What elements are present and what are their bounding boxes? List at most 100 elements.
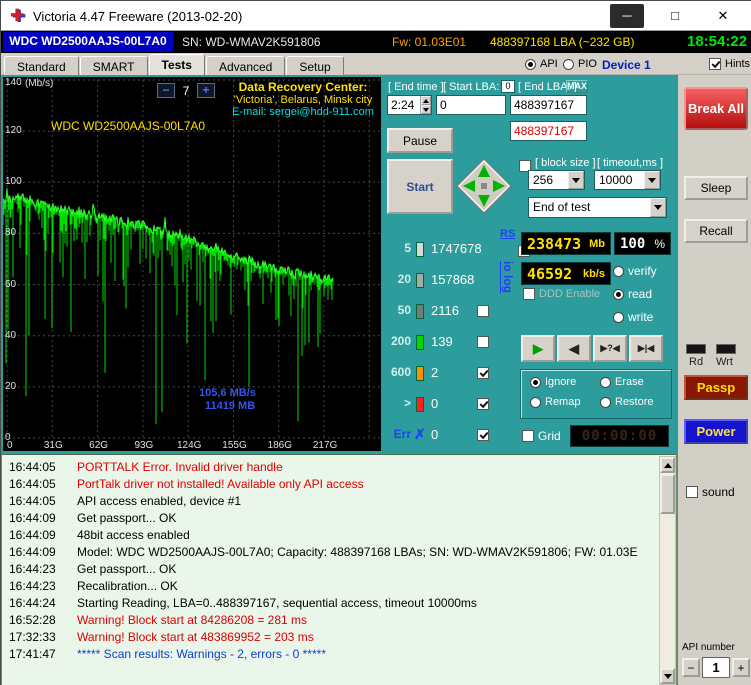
log-scrollbar[interactable] bbox=[659, 456, 676, 685]
api-number-label: API number bbox=[682, 642, 735, 653]
speed-value: 46592 bbox=[527, 264, 573, 283]
hints-label: Hints bbox=[725, 58, 751, 70]
spin-up-icon[interactable] bbox=[421, 96, 431, 105]
action-radio-erase[interactable]: Erase bbox=[600, 376, 644, 388]
zoom-out-button[interactable]: − bbox=[157, 83, 175, 98]
action-radio-restore[interactable]: Restore bbox=[600, 396, 654, 408]
sleep-button[interactable]: Sleep bbox=[684, 176, 748, 200]
api-number-field[interactable]: 1 bbox=[702, 657, 730, 678]
stat-checkbox[interactable] bbox=[477, 305, 489, 317]
y-axis-label: 100 bbox=[5, 176, 22, 188]
stat-checkbox[interactable] bbox=[477, 429, 489, 441]
api-radio[interactable]: API bbox=[525, 58, 558, 70]
tab-smart[interactable]: SMART bbox=[79, 56, 148, 75]
scroll-down-button[interactable] bbox=[660, 668, 675, 684]
action-radio-remap[interactable]: Remap bbox=[530, 396, 580, 408]
log-message: PortTalk driver not installed! Available… bbox=[77, 477, 364, 491]
log-message: Recalibration... OK bbox=[77, 579, 178, 593]
tab-advanced[interactable]: Advanced bbox=[205, 56, 286, 75]
log-message: 48bit access enabled bbox=[77, 528, 190, 542]
break-all-button[interactable]: Break All bbox=[684, 87, 748, 130]
titlebar[interactable]: ✚ Victoria 4.47 Freeware (2013-02-20) ─ … bbox=[1, 1, 751, 31]
passport-button[interactable]: Passp bbox=[684, 375, 748, 400]
rs-link[interactable]: RS bbox=[500, 228, 515, 240]
mode-radio-read[interactable]: read bbox=[613, 287, 652, 301]
sound-checkbox[interactable]: sound bbox=[686, 485, 735, 499]
arrow-up-icon bbox=[663, 462, 672, 468]
y-axis-unit-label: (Mb/s) bbox=[25, 78, 54, 89]
speed-lcd: 46592 kb/s bbox=[521, 262, 611, 285]
random-seek-button[interactable]: ▶?◀ bbox=[593, 335, 627, 362]
end-lba-field[interactable]: 488397167 bbox=[510, 95, 587, 115]
end-action-combo[interactable]: End of test bbox=[528, 197, 667, 218]
mode-radio-write[interactable]: write bbox=[613, 310, 653, 324]
log-line: 16:44:05 PORTTALK Error. Invalid driver h… bbox=[9, 459, 655, 476]
dropdown-arrow-icon[interactable] bbox=[650, 198, 666, 217]
tab-tests[interactable]: Tests bbox=[148, 54, 205, 75]
action-radio-ignore[interactable]: Ignore bbox=[530, 376, 576, 388]
block-size-combo[interactable]: 256 bbox=[528, 170, 585, 190]
end-time-field[interactable]: 2:24 bbox=[387, 95, 432, 115]
grid-label: Grid bbox=[538, 429, 561, 443]
grid-checkbox[interactable]: Grid bbox=[522, 429, 561, 443]
position-annotation: 11419 MB bbox=[205, 400, 256, 412]
minimize-button[interactable]: ─ bbox=[610, 4, 644, 28]
log-time: 17:41:47 bbox=[9, 647, 56, 661]
play-backward-button[interactable]: ◀ bbox=[557, 335, 591, 362]
end-time-value: 2:24 bbox=[391, 98, 415, 112]
recall-button[interactable]: Recall bbox=[684, 219, 748, 243]
stat-checkbox[interactable] bbox=[477, 336, 489, 348]
action-radio-label: Erase bbox=[615, 376, 644, 388]
close-button[interactable]: ✕ bbox=[706, 4, 740, 28]
power-button[interactable]: Power bbox=[684, 419, 748, 444]
direction-pad[interactable] bbox=[455, 157, 513, 215]
dropdown-arrow-icon[interactable] bbox=[568, 171, 584, 189]
y-axis-label: 40 bbox=[5, 329, 17, 341]
percent-lcd: 100 % bbox=[614, 232, 671, 255]
mode-radio-verify[interactable]: verify bbox=[613, 264, 657, 278]
butterfly-seek-button[interactable]: ▶|◀ bbox=[629, 335, 663, 362]
maximize-button[interactable]: □ bbox=[658, 4, 692, 28]
mb-counter-lcd: 238473 Mb bbox=[521, 232, 611, 255]
stat-checkbox[interactable] bbox=[477, 398, 489, 410]
start-lba-mini-field[interactable]: 0 bbox=[501, 80, 515, 93]
stat-row-5: 5 1747678 bbox=[385, 241, 515, 259]
start-lba-field[interactable]: 0 bbox=[436, 95, 506, 115]
time-spinner[interactable] bbox=[420, 96, 431, 114]
log-time: 16:44:23 bbox=[9, 562, 56, 576]
pause-button[interactable]: Pause bbox=[387, 128, 453, 153]
sound-label: sound bbox=[702, 485, 735, 499]
scroll-up-button[interactable] bbox=[660, 457, 675, 473]
tab-standard[interactable]: Standard bbox=[4, 56, 79, 75]
stat-row-200: 200 139 bbox=[385, 334, 515, 352]
speed-unit: kb/s bbox=[582, 267, 605, 280]
stat-count: 139 bbox=[431, 334, 453, 349]
x-axis-label: 0 bbox=[7, 440, 13, 451]
drive-serial: SN: WD-WMAV2K591806 bbox=[182, 35, 321, 49]
spin-down-icon[interactable] bbox=[421, 105, 431, 114]
api-number-minus-button[interactable]: − bbox=[682, 658, 700, 677]
api-number-plus-button[interactable]: + bbox=[732, 658, 750, 677]
zoom-in-button[interactable]: + bbox=[197, 83, 215, 98]
speed-annotation: 105,6 MB/s bbox=[199, 387, 256, 399]
timeout-combo[interactable]: 10000 bbox=[594, 170, 661, 190]
scrollbar-thumb[interactable] bbox=[660, 474, 675, 514]
max-lba-button[interactable]: MAX bbox=[566, 80, 588, 93]
dropdown-arrow-icon[interactable] bbox=[644, 171, 660, 189]
log-time: 16:52:28 bbox=[9, 613, 56, 627]
play-forward-button[interactable]: ▶ bbox=[521, 335, 555, 362]
y-axis-label: 80 bbox=[5, 227, 17, 239]
stat-bucket-label: > bbox=[403, 396, 411, 410]
current-lba-value: 488397167 bbox=[514, 124, 575, 138]
pio-radio[interactable]: PIO bbox=[563, 58, 597, 70]
start-button[interactable]: Start bbox=[387, 159, 453, 214]
hints-checkbox[interactable]: Hints bbox=[709, 58, 750, 70]
tab-bar: Standard SMART Tests Advanced Setup API PIO … bbox=[1, 53, 751, 75]
start-lba-value: 0 bbox=[440, 98, 447, 112]
tab-setup[interactable]: Setup bbox=[286, 56, 344, 75]
ddd-enable-checkbox[interactable]: DDD Enable bbox=[523, 288, 600, 300]
mb-value: 238473 bbox=[527, 234, 582, 253]
stat-checkbox[interactable] bbox=[477, 367, 489, 379]
current-lba-field[interactable]: 488397167 bbox=[510, 121, 587, 141]
stat-count: 157868 bbox=[431, 272, 475, 287]
